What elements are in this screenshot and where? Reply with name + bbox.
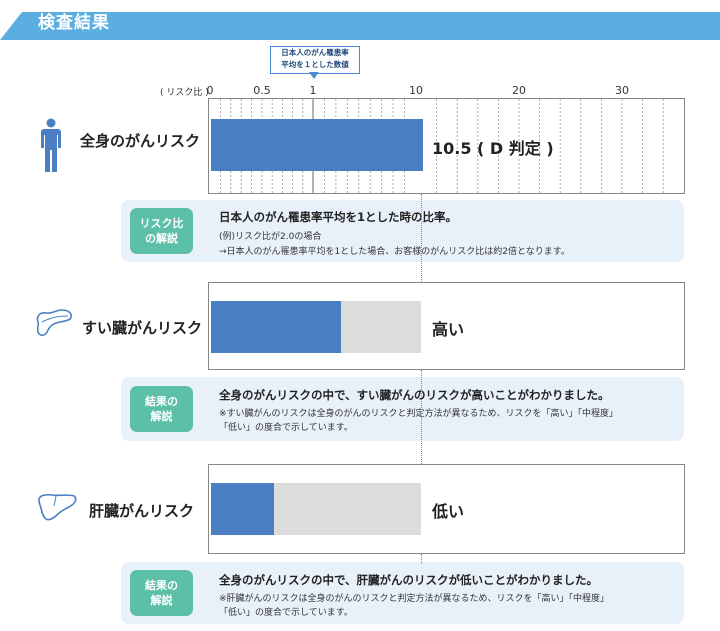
tick-label: 0.5 [253, 84, 271, 97]
overall-risk-bar [211, 119, 424, 171]
pancreas-icon [34, 306, 74, 340]
tick-label: 0 [206, 84, 214, 97]
badge-line1: リスク比 [139, 217, 184, 230]
pancreas-badge: 結果の 解説 [130, 386, 193, 432]
reference-line [421, 194, 422, 282]
liver-risk-bar [211, 483, 274, 535]
overall-risk-label: 全身のがんリスク [80, 132, 201, 150]
liver-result: 低い [432, 502, 465, 521]
tick-label: 20 [512, 84, 526, 97]
info3-sub1: ※肝臓がんのリスクは全身のがんのリスクと判定方法が異なるため、リスクを「高い」「… [219, 594, 610, 604]
overall-result: 10.5 ( D 判定 ) [432, 139, 554, 158]
badge-line2: 解説 [150, 594, 173, 607]
tick-label: 10 [409, 84, 423, 97]
reference-line [421, 554, 422, 564]
average-callout: 日本人のがん罹患率 平均を１とした数値 [270, 46, 360, 74]
badge-line2: 解説 [150, 410, 173, 423]
pancreas-risk-label: すい臓がんリスク [82, 319, 203, 337]
info3-main: 全身のがんリスクの中で、肝臓がんのリスクが低いことがわかりました。 [219, 573, 599, 587]
liver-badge: 結果の 解説 [130, 570, 193, 616]
badge-line1: 結果の [145, 395, 178, 408]
risk-ratio-badge: リスク比 の解説 [130, 208, 193, 254]
info1-sub2: →日本人のがん罹患率平均を1とした場合、お客様のがんリスク比は約2倍となります。 [219, 247, 570, 257]
tick-label: 1 [309, 84, 317, 97]
badge-line2: の解説 [145, 232, 178, 245]
axis-label: ( リスク比 ) [160, 88, 209, 98]
pancreas-result: 高い [432, 320, 465, 339]
reference-line [421, 370, 422, 464]
info2-sub2: 「低い」の度合で示しています。 [219, 423, 353, 433]
callout-arrow [309, 72, 319, 79]
badge-line1: 結果の [145, 579, 178, 592]
pancreas-risk-bar [211, 301, 342, 353]
liver-risk-label: 肝臓がんリスク [89, 502, 195, 520]
liver-bar-track [211, 483, 421, 535]
info2-sub1: ※すい臓がんのリスクは全身のがんのリスクと判定方法が異なるため、リスクを「高い」… [219, 409, 619, 419]
info2-main: 全身のがんリスクの中で、すい臓がんのリスクが高いことがわかりました。 [219, 388, 610, 402]
info3-sub2: 「低い」の度合で示しています。 [219, 608, 353, 618]
tick-label: 30 [615, 84, 629, 97]
pancreas-bar-track [211, 301, 421, 353]
info1-sub1: (例)リスク比が2.0の場合 [219, 232, 322, 242]
callout-line1: 日本人のがん罹患率 [281, 48, 349, 57]
section-title: 検査結果 [38, 13, 110, 33]
callout-line2: 平均を１とした数値 [281, 60, 349, 69]
person-icon [38, 118, 64, 174]
liver-icon [36, 492, 78, 524]
